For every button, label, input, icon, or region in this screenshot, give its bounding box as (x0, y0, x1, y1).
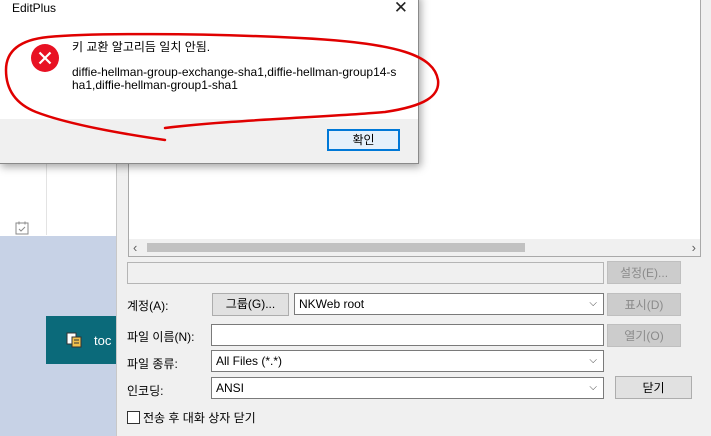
encoding-label: 인코딩: (127, 384, 164, 398)
filename-input[interactable] (211, 324, 604, 346)
close-icon[interactable]: ✕ (394, 0, 408, 19)
message-content: 키 교환 알고리듬 일치 안됨. diffie-hellman-group-ex… (0, 21, 418, 119)
checkbox[interactable] (127, 411, 140, 424)
dialog-footer: 확인 (0, 119, 418, 163)
ok-button[interactable]: 확인 (327, 129, 400, 151)
filename-label: 파일 이름(N): (127, 330, 195, 344)
encoding-select[interactable]: ANSI ⌵ (211, 377, 604, 399)
scroll-thumb[interactable] (147, 243, 525, 252)
error-icon (31, 44, 59, 72)
title-bar: EditPlus ✕ (0, 0, 418, 21)
app-icon (66, 332, 82, 348)
chevron-down-icon: ⌵ (589, 355, 597, 366)
group-button[interactable]: 그룹(G)... (212, 293, 289, 316)
error-message: 키 교환 알고리듬 일치 안됨. (72, 40, 211, 54)
filetype-label: 파일 종류: (127, 357, 178, 371)
background-panel (46, 155, 117, 235)
horizontal-scrollbar[interactable]: ‹ › (129, 239, 700, 256)
path-field (127, 262, 604, 284)
chevron-down-icon: ⌵ (589, 298, 597, 309)
account-label: 계정(A): (127, 299, 169, 313)
chevron-down-icon: ⌵ (589, 382, 597, 393)
scroll-left-icon[interactable]: ‹ (133, 240, 137, 255)
close-after-transfer-checkbox[interactable]: 전송 후 대화 상자 닫기 (127, 409, 256, 426)
taskbar-item[interactable]: toc (46, 316, 116, 364)
account-select[interactable]: NKWeb root ⌵ (294, 293, 604, 315)
taskbar-label: toc (94, 333, 112, 348)
settings-button[interactable]: 설정(E)... (607, 261, 681, 284)
filetype-select[interactable]: All Files (*.*) ⌵ (211, 350, 604, 372)
error-message-box: EditPlus ✕ 키 교환 알고리듬 일치 안됨. diffie-hellm… (0, 0, 419, 164)
dialog-title: EditPlus (12, 1, 57, 15)
show-button[interactable]: 표시(D) (607, 293, 681, 316)
open-button[interactable]: 열기(O) (607, 324, 681, 347)
calendar-icon (15, 221, 29, 235)
scroll-right-icon[interactable]: › (692, 240, 696, 255)
close-button[interactable]: 닫기 (615, 376, 692, 399)
error-detail: diffie-hellman-group-exchange-sha1,diffi… (72, 65, 397, 92)
